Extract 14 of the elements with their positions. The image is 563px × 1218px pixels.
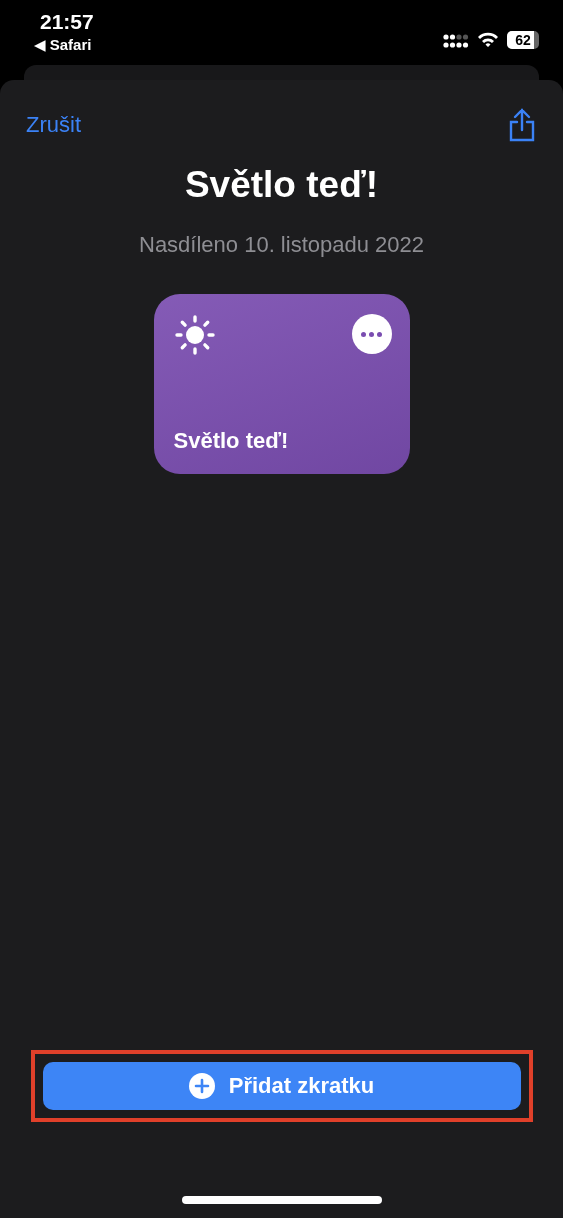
shortcut-title: Světlo teď!	[184, 164, 379, 206]
battery-percent: 62	[515, 31, 531, 48]
shortcut-card[interactable]: Světlo teď!	[153, 294, 410, 474]
shared-date: Nasdíleno 10. listopadu 2022	[139, 232, 424, 258]
card-title: Světlo teď!	[173, 428, 290, 454]
sun-icon	[173, 314, 216, 356]
clock: 21:57	[40, 10, 94, 34]
more-button[interactable]	[351, 314, 392, 354]
back-link[interactable]: ◀ Safari	[34, 36, 94, 54]
share-icon[interactable]	[507, 108, 537, 142]
add-shortcut-button[interactable]: Přidat zkratku	[42, 1062, 521, 1110]
cancel-link[interactable]: Zrušit	[26, 112, 81, 138]
wifi-icon	[477, 31, 499, 48]
plus-circle-icon	[188, 1073, 215, 1099]
